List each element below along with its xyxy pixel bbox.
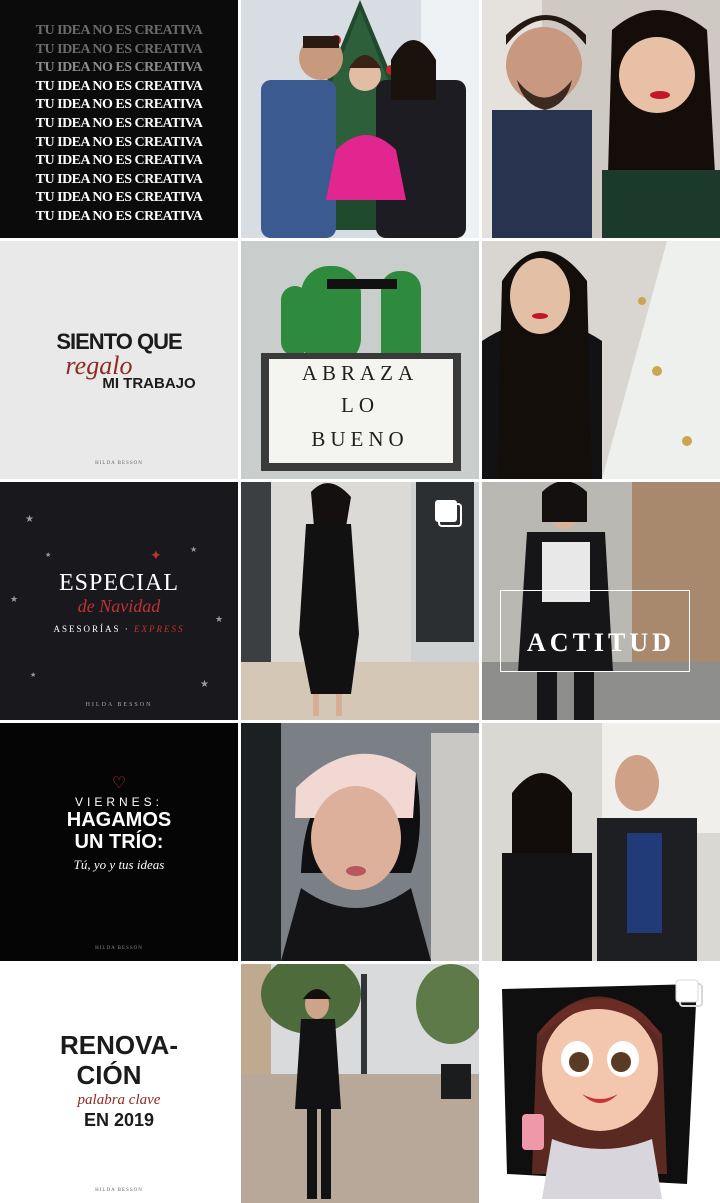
repeated-text-line: TU IDEA NO ES CREATIVA (35, 41, 203, 57)
post-tu-idea[interactable]: TU IDEA NO ES CREATIVA TU IDEA NO ES CREA… (0, 0, 238, 238)
post-line-3: MI TRABAJO (102, 375, 196, 392)
svg-text:★: ★ (30, 671, 36, 679)
svg-text:★: ★ (200, 679, 209, 690)
photo (482, 0, 720, 238)
express-label: EXPRESS (134, 624, 185, 634)
lightbox-row-1: ABRAZA (301, 361, 419, 385)
post-line-4: Tú, yo y tus ideas (73, 857, 165, 872)
multiple-photos-icon (433, 498, 463, 528)
post-line-4: EN 2019 (83, 1110, 155, 1130)
post-viernes[interactable]: ♡ VIERNES: HAGAMOS UN TRÍO: Tú, yo y tus… (0, 723, 238, 961)
repeated-text-line: TU IDEA NO ES CREATIVA (35, 97, 203, 113)
post-cartoon-avatar[interactable] (482, 964, 720, 1203)
repeated-text-line: TU IDEA NO ES CREATIVA (35, 153, 203, 169)
repeated-text-line: TU IDEA NO ES CREATIVA (35, 115, 203, 131)
post-abraza-lo-bueno[interactable]: ABRAZA LO BUENO (241, 241, 479, 479)
heart-icon: ♡ (111, 775, 127, 792)
post-street-walk[interactable] (241, 964, 479, 1203)
post-line-1: VIERNES: (74, 795, 163, 809)
post-especial-navidad[interactable]: ★ ★ ★ ★ ★ ★ ★ ✦ ESPECIAL de Navidad ASES… (0, 482, 238, 720)
lightbox-row-2: LO (341, 393, 379, 417)
post-black-dress[interactable] (241, 482, 479, 720)
post-family-christmas[interactable] (241, 0, 479, 238)
post-line-1: ESPECIAL (58, 570, 179, 596)
post-line-1: RENOVA- (60, 1030, 178, 1060)
post-line-2: de Navidad (77, 596, 161, 616)
svg-text:✦: ✦ (150, 547, 162, 563)
photo (241, 0, 479, 238)
photo (241, 964, 479, 1203)
post-renovacion[interactable]: RENOVA- CIÓN palabra clave EN 2019 HILDA… (0, 964, 238, 1203)
repeated-text-line: TU IDEA NO ES CREATIVA (35, 208, 203, 224)
lightbox-row-3: BUENO (311, 427, 409, 451)
repeated-text-line: TU IDEA NO ES CREATIVA (35, 171, 203, 187)
profile-post-grid: TU IDEA NO ES CREATIVA TU IDEA NO ES CREA… (0, 0, 720, 1203)
multiple-photos-icon (674, 978, 704, 1008)
post-actitud[interactable]: ACTITUD (482, 482, 720, 720)
post-footer: HILDA BESSON (95, 1188, 143, 1193)
post-footer: HILDA BESSON (85, 702, 153, 708)
post-beanie-wink[interactable] (241, 723, 479, 961)
photo (482, 241, 720, 479)
actitud-text: ACTITUD (527, 628, 675, 657)
post-footer: HILDA BESSON (95, 461, 143, 466)
photo (241, 723, 479, 961)
repeated-text-line: TU IDEA NO ES CREATIVA (35, 190, 203, 206)
svg-text:★: ★ (45, 551, 51, 559)
asesorias-label: ASESORÍAS · (53, 624, 134, 634)
post-couple-outdoor[interactable] (482, 723, 720, 961)
repeated-text-line: TU IDEA NO ES CREATIVA (35, 23, 203, 38)
repeated-text-line: TU IDEA NO ES CREATIVA (35, 60, 203, 76)
svg-text:★: ★ (190, 545, 197, 554)
svg-text:★: ★ (25, 514, 34, 525)
post-text-lines: TU IDEA NO ES CREATIVA TU IDEA NO ES CREA… (0, 22, 238, 227)
post-line-2: CIÓN (76, 1060, 142, 1090)
post-portrait-tree[interactable] (482, 241, 720, 479)
post-couple-selfie[interactable] (482, 0, 720, 238)
post-line-3: UN TRÍO: (74, 831, 164, 853)
post-footer: HILDA BESSON (95, 946, 143, 951)
repeated-text-line: TU IDEA NO ES CREATIVA (35, 134, 203, 150)
post-line-2: HAGAMOS (66, 809, 172, 831)
post-line-3: ASESORÍAS · EXPRESS (0, 624, 238, 634)
photo (482, 723, 720, 961)
post-line-3: palabra clave (77, 1092, 161, 1108)
repeated-text-line: TU IDEA NO ES CREATIVA (35, 78, 203, 94)
post-siento-que[interactable]: SIENTO QUE regalo MI TRABAJO HILDA BESSO… (0, 241, 238, 479)
